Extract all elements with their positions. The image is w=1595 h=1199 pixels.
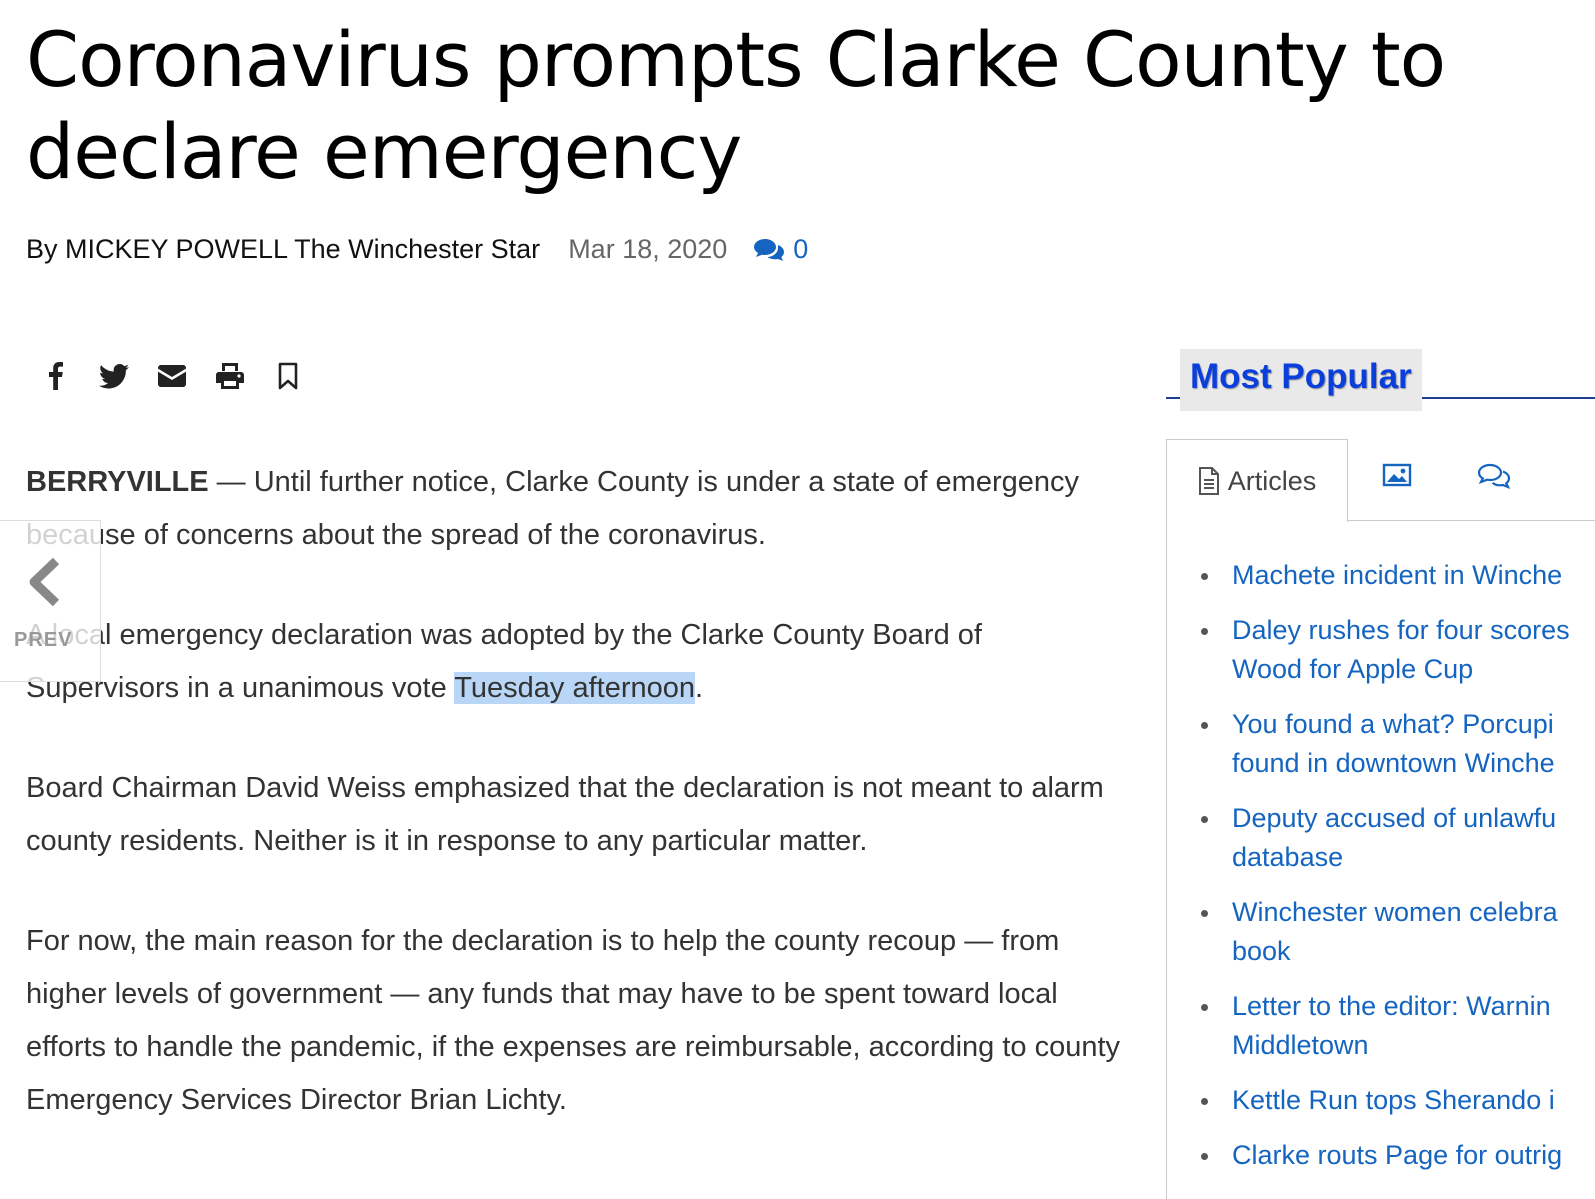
comments-icon: [1477, 463, 1511, 490]
article-headline: Coronavirus prompts Clarke County to dec…: [26, 15, 1446, 196]
list-item: Winchester women celebra book: [1196, 893, 1595, 971]
popular-article-link[interactable]: Machete incident in Winche: [1232, 560, 1562, 590]
print-icon[interactable]: [214, 360, 246, 392]
popular-article-link[interactable]: Daley rushes for four scores Wood for Ap…: [1232, 615, 1570, 684]
list-item: You found a what? Porcupi found in downt…: [1196, 705, 1595, 783]
publish-date: Mar 18, 2020: [568, 234, 728, 264]
popular-article-link[interactable]: Letter to the editor: Warnin Middletown: [1232, 991, 1551, 1060]
paragraph: For now, the main reason for the declara…: [26, 925, 1121, 1116]
paragraph: BERRYVILLE — Until further notice, Clark…: [26, 456, 1126, 562]
tab-baseline: [1347, 520, 1595, 521]
tab-articles-label: Articles: [1227, 465, 1317, 496]
list-item: Deputy accused of unlawfu database: [1196, 799, 1595, 877]
sidebar-border: [1166, 520, 1167, 1199]
list-item: Letter to the editor: Warnin Middletown: [1196, 987, 1595, 1065]
bookmark-icon[interactable]: [272, 360, 304, 392]
twitter-icon[interactable]: [98, 360, 130, 392]
tab-comments[interactable]: [1477, 463, 1511, 494]
author-byline[interactable]: By MICKEY POWELL The Winchester Star: [26, 234, 540, 265]
popular-article-link[interactable]: You found a what? Porcupi found in downt…: [1232, 709, 1555, 778]
popular-article-link[interactable]: Deputy accused of unlawfu database: [1232, 803, 1556, 872]
list-item: Machete incident in Winche: [1196, 556, 1595, 595]
popular-article-link[interactable]: Winchester women celebra book: [1232, 897, 1558, 966]
most-popular-title: Most Popular: [1180, 349, 1422, 411]
selected-text: Tuesday afternoon: [454, 672, 696, 704]
list-item: Kettle Run tops Sherando i: [1196, 1081, 1595, 1120]
byline: By MICKEY POWELL The Winchester Star Mar…: [26, 234, 808, 265]
comments-link[interactable]: 0: [753, 234, 808, 265]
chevron-left-icon: [29, 557, 60, 607]
email-icon[interactable]: [156, 360, 188, 392]
paragraph: Board Chairman David Weiss emphasized th…: [26, 772, 1104, 857]
most-popular-tabs: Articles: [1166, 439, 1595, 522]
facebook-icon[interactable]: [40, 360, 72, 392]
most-popular-list: Machete incident in Winche Daley rushes …: [1196, 556, 1595, 1191]
comment-count: 0: [793, 234, 809, 264]
list-item: Daley rushes for four scores Wood for Ap…: [1196, 611, 1595, 689]
popular-article-link[interactable]: Kettle Run tops Sherando i: [1232, 1085, 1555, 1115]
prev-article-button[interactable]: PREV: [0, 520, 101, 682]
popular-article-link[interactable]: Clarke routs Page for outrig: [1232, 1140, 1562, 1170]
paragraph: A local emergency declaration was adopte…: [26, 609, 1126, 715]
paragraph-text: .: [695, 672, 704, 704]
share-toolbar: [40, 360, 304, 392]
prev-label: PREV: [14, 629, 73, 651]
image-icon: [1382, 463, 1412, 487]
document-icon: [1198, 467, 1219, 495]
tab-images[interactable]: [1382, 463, 1412, 492]
article-body: BERRYVILLE — Until further notice, Clark…: [26, 456, 1126, 1174]
most-popular-header: Most Popular: [1166, 349, 1595, 411]
list-item: Clarke routs Page for outrig: [1196, 1136, 1595, 1175]
tab-articles[interactable]: Articles: [1166, 439, 1348, 522]
comments-icon: [754, 238, 785, 261]
dateline: BERRYVILLE: [26, 466, 209, 498]
